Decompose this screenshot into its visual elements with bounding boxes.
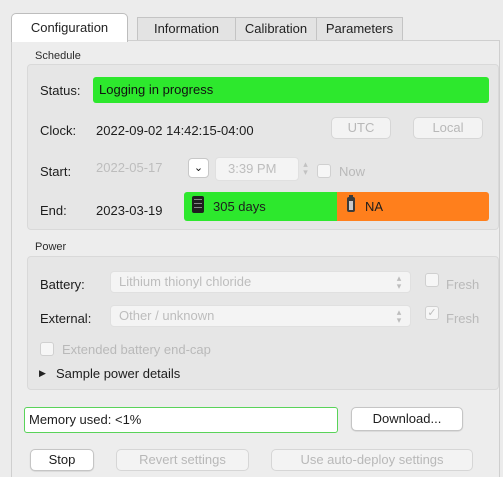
- memory-card-icon: [192, 196, 204, 213]
- end-label: End:: [40, 203, 67, 218]
- chevron-down-icon[interactable]: ⌄: [188, 158, 209, 178]
- schedule-group-label: Schedule: [35, 50, 81, 62]
- download-button[interactable]: Download...: [351, 407, 463, 431]
- auto-deploy-button[interactable]: Use auto-deploy settings: [271, 449, 473, 471]
- external-fresh-label: Fresh: [446, 311, 480, 326]
- now-checkbox[interactable]: [317, 164, 331, 178]
- power-group-label: Power: [35, 241, 67, 253]
- external-fresh-checkbox[interactable]: ✓: [425, 306, 439, 320]
- clock-value: 2022-09-02 14:42:15-04:00: [96, 123, 254, 138]
- local-button[interactable]: Local: [413, 117, 483, 139]
- memory-days-label: 305 days: [213, 199, 266, 214]
- now-label: Now: [339, 164, 366, 179]
- revert-settings-button[interactable]: Revert settings: [116, 449, 249, 471]
- external-label: External:: [40, 311, 92, 326]
- battery-estimate-label: NA: [365, 199, 384, 214]
- sample-power-details-toggle[interactable]: Sample power details: [56, 366, 180, 381]
- tab-information[interactable]: Information: [137, 17, 236, 41]
- end-date: 2023-03-19: [96, 203, 163, 218]
- tab-configuration[interactable]: Configuration: [11, 13, 128, 42]
- start-date-field[interactable]: 2022-05-17: [93, 157, 188, 181]
- battery-fresh-checkbox[interactable]: [425, 273, 439, 287]
- stop-button[interactable]: Stop: [30, 449, 94, 471]
- utc-button[interactable]: UTC: [331, 117, 391, 139]
- battery-icon: [347, 195, 355, 212]
- battery-type-select[interactable]: Lithium thionyl chloride: [110, 271, 411, 293]
- status-value: Logging in progress: [93, 77, 489, 103]
- tab-parameters[interactable]: Parameters: [316, 17, 403, 41]
- clock-label: Clock:: [40, 123, 77, 138]
- battery-fresh-label: Fresh: [446, 277, 480, 292]
- extended-endcap-label: Extended battery end-cap: [62, 342, 211, 357]
- time-stepper-icon[interactable]: ▴ ▾: [300, 160, 311, 178]
- disclosure-triangle-icon[interactable]: ▶: [39, 368, 46, 379]
- external-power-select[interactable]: Other / unknown: [110, 305, 411, 327]
- external-select-stepper-icon: ▴ ▾: [396, 307, 402, 325]
- battery-select-stepper-icon: ▴ ▾: [396, 273, 402, 291]
- status-label: Status:: [40, 83, 81, 98]
- tab-calibration[interactable]: Calibration: [235, 17, 317, 41]
- start-time-field[interactable]: 3:39 PM: [215, 157, 299, 181]
- battery-life-bar: [337, 192, 489, 221]
- battery-label: Battery:: [40, 277, 85, 292]
- start-label: Start:: [40, 164, 72, 179]
- extended-endcap-checkbox[interactable]: [40, 342, 54, 356]
- memory-used-field: Memory used: <1%: [24, 407, 338, 433]
